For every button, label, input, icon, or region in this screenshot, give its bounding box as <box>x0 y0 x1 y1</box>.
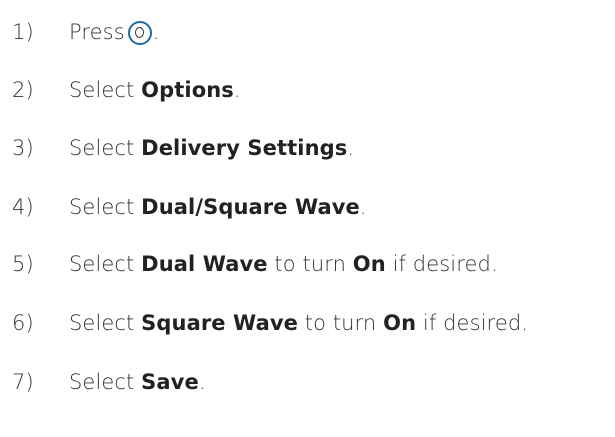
instruction-text: if desired. <box>416 311 529 335</box>
instruction-text: Select <box>69 252 142 276</box>
step-text: Select Save. <box>69 362 206 402</box>
instruction-text: Select <box>69 370 142 394</box>
instruction-text: . <box>198 370 206 394</box>
menu-option-label: Delivery Settings <box>141 136 348 160</box>
instruction-text: . <box>152 20 160 44</box>
step-text: Select Delivery Settings. <box>69 128 354 168</box>
step-number: 7) <box>12 370 34 394</box>
step-number: 4) <box>12 195 34 219</box>
instruction-text: Select <box>69 136 142 160</box>
menu-option-label: Save <box>141 370 199 394</box>
step-text: Select Dual/Square Wave. <box>69 187 367 227</box>
instruction-text: Press <box>69 20 125 44</box>
instruction-text: Select <box>69 195 142 219</box>
instruction-text: to turn <box>267 252 353 276</box>
menu-option-label: On <box>383 311 417 335</box>
select-button-icon <box>127 21 152 45</box>
instruction-text: to turn <box>297 311 384 335</box>
instruction-text: . <box>233 78 241 102</box>
instruction-text: Select <box>69 78 142 102</box>
instruction-text: if desired. <box>385 252 498 276</box>
step-text: Select Dual Wave to turn On if desired. <box>69 244 498 284</box>
menu-option-label: Square Wave <box>141 311 298 335</box>
step-number: 6) <box>12 311 34 335</box>
step-number: 5) <box>12 252 34 276</box>
step-number: 1) <box>12 20 34 44</box>
step-text: Select Square Wave to turn On if desired… <box>69 303 528 343</box>
menu-option-label: Dual Wave <box>141 252 268 276</box>
instruction-steps-list: 1) Press. 2) Select Options. 3) Select Delive… <box>0 0 615 437</box>
menu-option-label: Options <box>141 78 234 102</box>
step-text: Press. <box>69 12 160 52</box>
step-number: 2) <box>12 78 34 102</box>
step-text: Select Options. <box>69 70 241 110</box>
menu-option-label: On <box>352 252 386 276</box>
instruction-text: Select <box>69 311 142 335</box>
step-number: 3) <box>12 136 34 160</box>
menu-option-label: Dual/Square Wave <box>141 195 360 219</box>
instruction-text: . <box>359 195 367 219</box>
instruction-text: . <box>347 136 355 160</box>
